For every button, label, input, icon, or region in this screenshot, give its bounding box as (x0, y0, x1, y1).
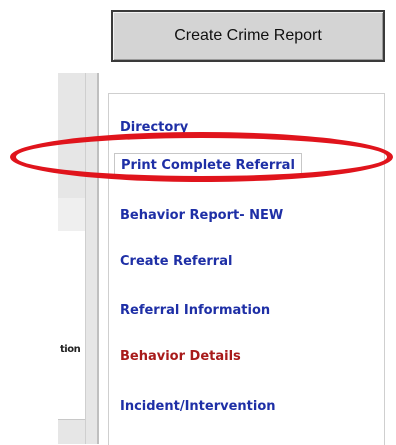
left-panel-tab-area (58, 198, 85, 231)
menu-item-behavior-report-new[interactable]: Behavior Report- NEW (120, 208, 283, 223)
left-panel-content-area (58, 231, 85, 420)
left-panel-truncated-label: tion (60, 344, 81, 355)
menu-item-incident-intervention[interactable]: Incident/Intervention (120, 399, 276, 414)
menu-item-directory[interactable]: Directory (120, 120, 188, 135)
menu-item-create-referral[interactable]: Create Referral (120, 254, 232, 269)
menu-item-referral-information[interactable]: Referral Information (120, 303, 270, 318)
menu-item-print-complete-referral[interactable]: Print Complete Referral (114, 153, 302, 178)
menu-item-behavior-details[interactable]: Behavior Details (120, 349, 241, 364)
panel-divider (85, 73, 86, 444)
left-side-panel: tion (58, 73, 99, 444)
create-crime-report-button[interactable]: Create Crime Report (111, 10, 385, 62)
referral-menu-panel: Directory Print Complete Referral Behavi… (108, 93, 385, 445)
